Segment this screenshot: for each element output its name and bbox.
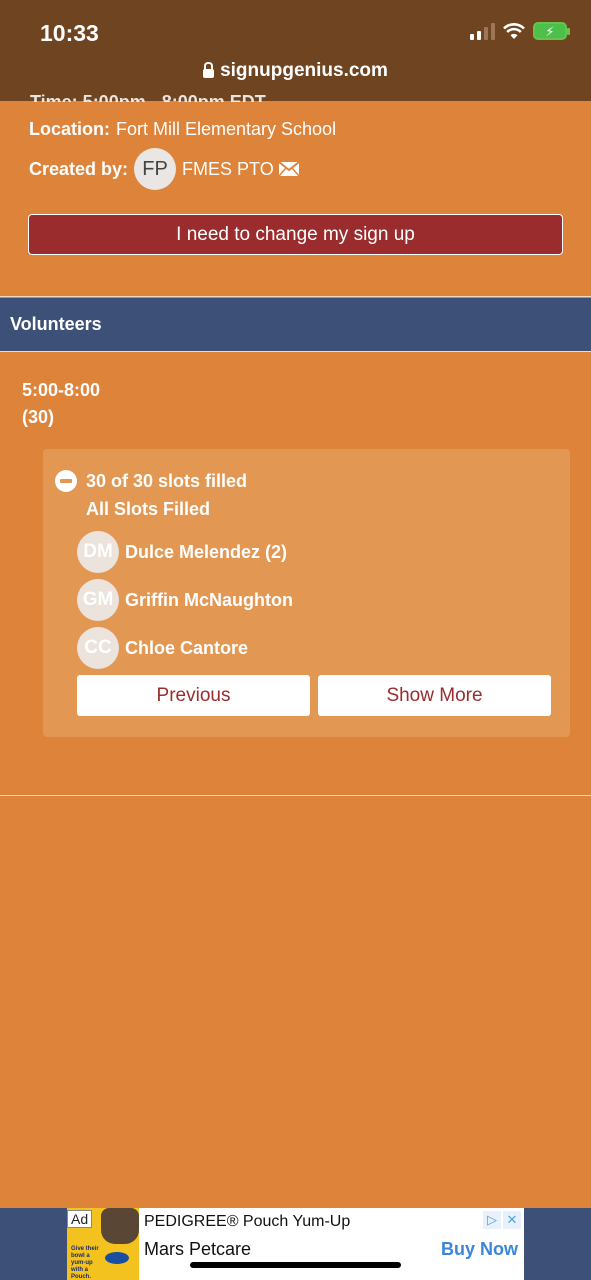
mail-icon[interactable] [278, 162, 299, 176]
browser-top-bar: 10:33 ⚡ signupgenius.com [0, 0, 591, 101]
ad-title[interactable]: PEDIGREE® Pouch Yum-Up [144, 1213, 350, 1231]
lock-icon [203, 61, 215, 78]
all-slots-filled: All Slots Filled [86, 499, 211, 519]
location-row: Location: Fort Mill Elementary School [29, 119, 336, 140]
ad-banner[interactable]: Ad Give their bowl a yum-up with a Pouch… [67, 1208, 524, 1280]
creator-name: FMES PTO [182, 158, 274, 179]
collapse-minus-icon[interactable] [55, 470, 77, 492]
volunteer-avatar: DM [77, 531, 119, 573]
volunteer-name: Griffin McNaughton [125, 589, 293, 610]
slot-time-range: 5:00-8:00 [22, 380, 101, 400]
volunteer-name: Dulce Melendez (2) [125, 541, 288, 562]
previous-button[interactable]: Previous [77, 675, 310, 716]
ad-close-icon[interactable]: ✕ [503, 1211, 521, 1229]
status-icons: ⚡ [470, 22, 570, 40]
show-more-button[interactable]: Show More [318, 675, 551, 716]
created-by-label: Created by: [29, 158, 129, 179]
volunteer-item: CC Chloe Cantore [77, 627, 248, 669]
volunteer-item: GM Griffin McNaughton [77, 579, 293, 621]
divider [0, 795, 591, 796]
volunteer-avatar: CC [77, 627, 119, 669]
divider [0, 351, 591, 352]
status-time: 10:33 [40, 20, 99, 46]
url-text: signupgenius.com [220, 60, 388, 81]
volunteer-avatar: GM [77, 579, 119, 621]
ad-choices[interactable]: ▷ ✕ [483, 1211, 521, 1229]
home-indicator[interactable] [190, 1262, 401, 1268]
wifi-icon [503, 22, 525, 39]
event-time-cutoff: Time: 5:00pm - 8:00pm EDT [30, 92, 266, 102]
ad-label: Ad [67, 1210, 93, 1228]
slot-card: 30 of 30 slots filled All Slots Filled D… [43, 449, 570, 737]
location-value: Fort Mill Elementary School [116, 119, 337, 139]
volunteer-item: DM Dulce Melendez (2) [77, 531, 287, 573]
cellular-signal-icon [470, 22, 495, 40]
slots-filled-text: 30 of 30 slots filled [86, 470, 248, 491]
slot-time: 5:00-8:00 (30) [22, 377, 100, 431]
divider [0, 296, 591, 297]
created-by-row: Created by: FP FMES PTO [29, 148, 299, 190]
location-label: Location: [29, 119, 110, 139]
ad-advertiser[interactable]: Mars Petcare [144, 1239, 251, 1260]
slots-filled-toggle[interactable]: 30 of 30 slots filled [55, 470, 247, 492]
battery-charging-icon: ⚡ [533, 22, 570, 40]
creator-avatar: FP [134, 148, 177, 190]
ad-buy-now-link[interactable]: Buy Now [441, 1239, 518, 1260]
ad-bar: Ad Give their bowl a yum-up with a Pouch… [0, 1208, 591, 1280]
pedigree-logo [105, 1252, 129, 1264]
ad-image-text: Give their bowl a yum-up with a Pouch. [71, 1246, 99, 1280]
change-signup-button[interactable]: I need to change my sign up [28, 214, 563, 255]
volunteers-header: Volunteers [0, 298, 591, 351]
ad-choices-icon[interactable]: ▷ [483, 1211, 501, 1229]
slot-count: (30) [22, 407, 55, 427]
volunteer-name: Chloe Cantore [125, 637, 249, 658]
dog-image-icon [101, 1208, 139, 1244]
url-bar[interactable]: signupgenius.com [0, 60, 591, 82]
